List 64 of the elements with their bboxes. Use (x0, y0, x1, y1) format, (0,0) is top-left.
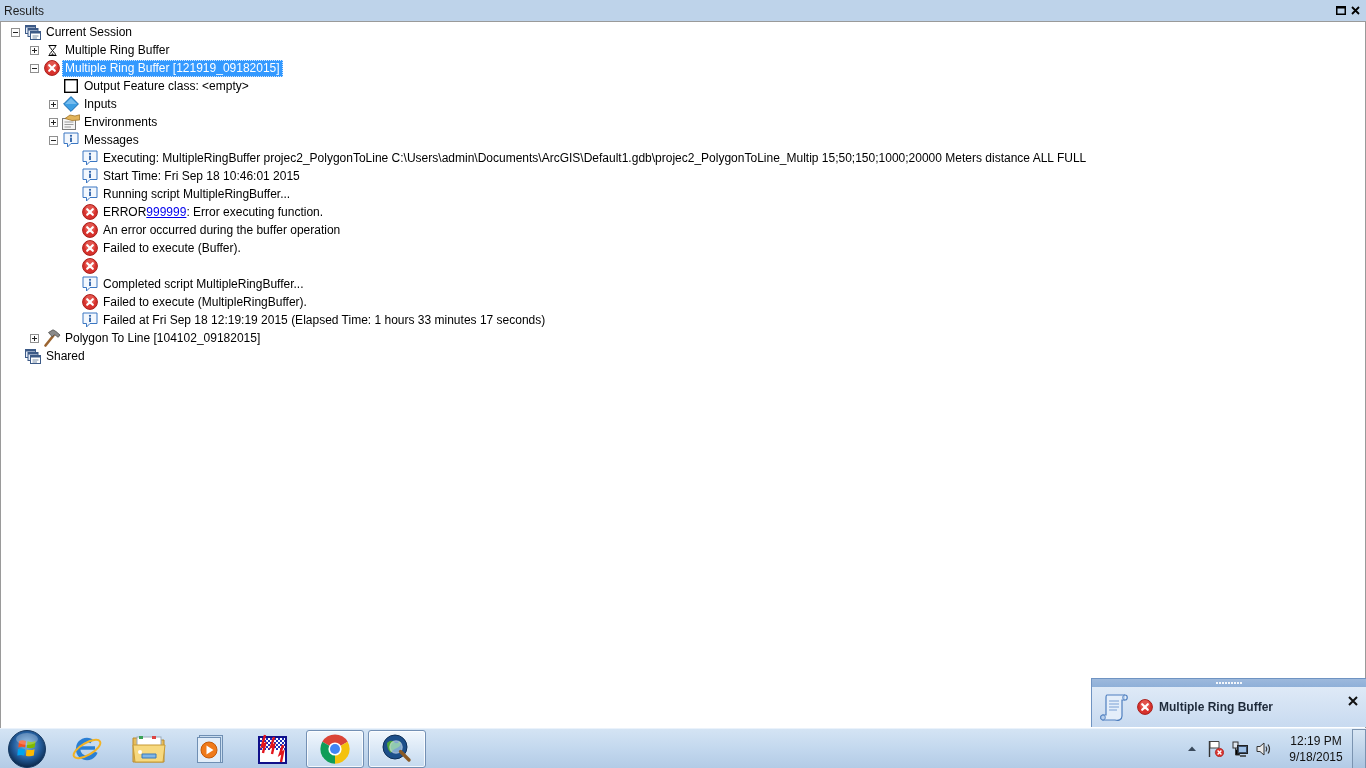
taskbar-button[interactable] (306, 729, 364, 768)
info-icon (82, 186, 98, 202)
close-icon[interactable] (1351, 6, 1360, 15)
tree-item[interactable]: Failed to execute (MultipleRingBuffer). (100, 293, 310, 311)
panel-title: Results (4, 3, 44, 18)
info-icon (82, 150, 98, 166)
clock-date[interactable]: 9/18/2015 (1289, 748, 1343, 765)
expand-icon[interactable] (29, 333, 39, 343)
tree-item[interactable]: Environments (81, 113, 161, 131)
form-hand-icon (62, 114, 80, 130)
round-browser-icon (320, 733, 350, 764)
collapse-icon[interactable] (48, 135, 58, 145)
show-desktop-button[interactable] (1352, 728, 1366, 768)
windows-stack-icon (25, 24, 41, 40)
windows-stack-icon (25, 348, 41, 364)
tree-item[interactable]: Inputs (81, 95, 120, 113)
info-icon (82, 168, 98, 184)
info-icon (82, 276, 98, 292)
volume-icon[interactable] (1256, 740, 1272, 757)
globe-magnifier-icon (382, 733, 412, 764)
error-icon (82, 222, 98, 238)
play-tile-icon[interactable] (197, 733, 225, 764)
tree-item[interactable]: Current Session (43, 23, 136, 41)
info-icon (82, 312, 98, 328)
close-icon[interactable] (1348, 696, 1358, 706)
hammer-icon (43, 329, 61, 347)
collapse-icon[interactable] (10, 27, 20, 37)
hourglass-icon (47, 44, 57, 56)
tree-item[interactable]: Failed at Fri Sep 18 12:19:19 2015 (Elapsed Time: 1 hours 33 minutes 17 seconds) (100, 311, 549, 329)
tree-item[interactable]: Multiple Ring Buffer (62, 41, 173, 59)
maximize-icon[interactable] (1336, 6, 1346, 15)
expand-icon[interactable] (48, 117, 58, 127)
tree-item[interactable]: Executing: MultipleRingBuffer projec2_PolygonToLine C:\Users\admin\Documents\ArcGIS\Default1.gdb\projec2_PolygonToLine_Multip 15;50;150;1000;20000 Meters distance ALL FULL (100, 149, 1090, 167)
notification-title: Multiple Ring Buffer (1159, 699, 1273, 716)
diamond-icon (63, 96, 79, 112)
tree-item[interactable]: Running script MultipleRingBuffer... (100, 185, 294, 203)
tree-item[interactable]: Failed to execute (Buffer). (100, 239, 244, 257)
error-icon (82, 240, 98, 256)
info-icon (63, 132, 79, 148)
clock-time[interactable]: 12:19 PM (1290, 732, 1342, 749)
bolt-drawing-icon[interactable] (258, 733, 288, 764)
tree-item[interactable]: Start Time: Fri Sep 18 10:46:01 2015 (100, 167, 303, 185)
tree-item[interactable]: Polygon To Line [104102_09182015] (62, 329, 264, 347)
tree-item[interactable]: Messages (81, 131, 142, 149)
flag-error-icon[interactable] (1208, 740, 1224, 757)
error-icon (44, 60, 60, 76)
taskbar-button[interactable] (368, 729, 426, 768)
collapse-icon[interactable] (29, 63, 39, 73)
expand-icon[interactable] (48, 99, 58, 109)
network-icon[interactable] (1232, 740, 1248, 757)
tree-item[interactable]: Completed script MultipleRingBuffer... (100, 275, 307, 293)
error-icon (1137, 699, 1153, 715)
square-icon (64, 79, 78, 93)
scroll-icon (1098, 691, 1130, 723)
tree-item[interactable]: ERROR999999: Error executing function. (100, 203, 327, 221)
folder-icon[interactable] (132, 733, 166, 764)
start-orb-icon[interactable] (8, 729, 46, 768)
error-icon (82, 294, 98, 310)
expand-icon[interactable] (29, 45, 39, 55)
tree-item[interactable]: Output Feature class: <empty> (81, 77, 252, 95)
error-icon (82, 204, 98, 220)
tree-item[interactable]: Shared (43, 347, 88, 365)
chevron-up-icon[interactable] (1188, 746, 1196, 751)
tree-item[interactable]: An error occurred during the buffer operation (100, 221, 344, 239)
